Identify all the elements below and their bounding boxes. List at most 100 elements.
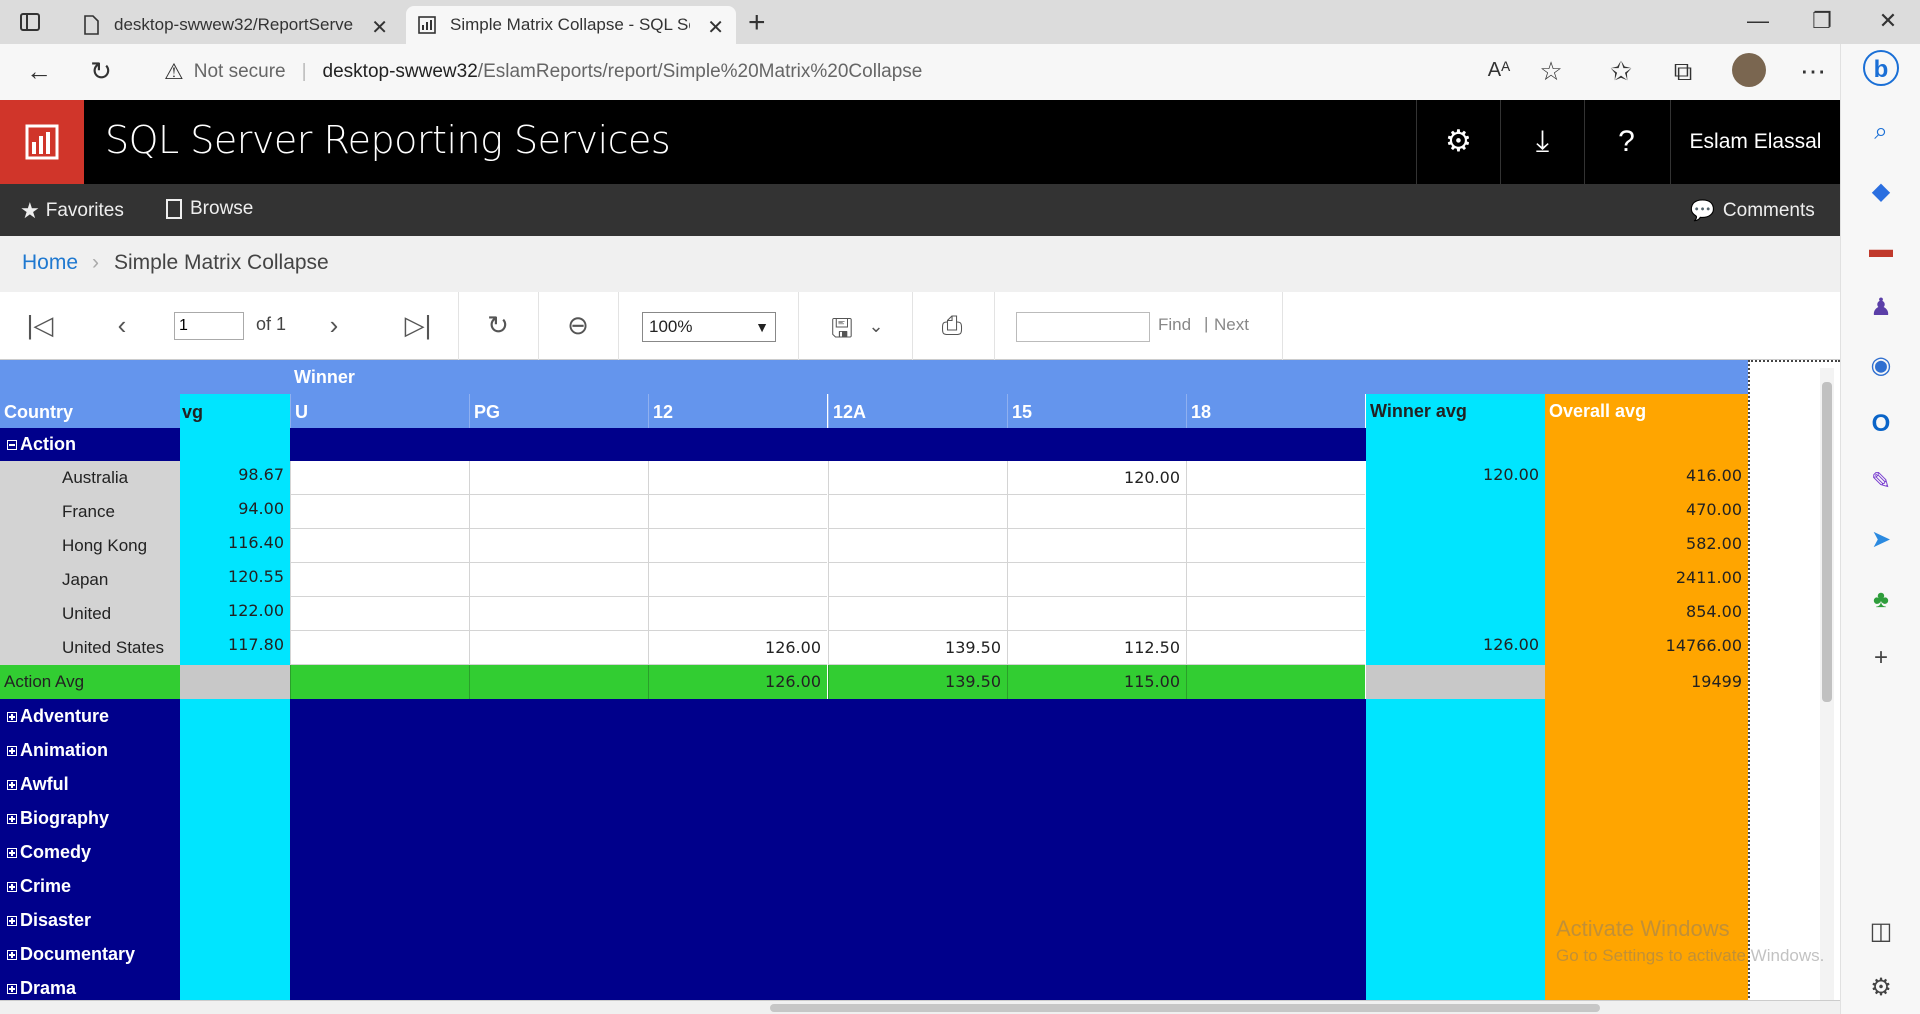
ssrs-logo[interactable]: [0, 100, 84, 184]
winner-header: Winner: [290, 360, 1366, 394]
warning-icon[interactable]: ⚠: [164, 59, 184, 85]
profile-avatar[interactable]: [1732, 53, 1766, 87]
expand-icon[interactable]: [7, 746, 17, 756]
url-field[interactable]: ⚠ Not secure | desktop-swwew32 /EslamRep…: [142, 52, 1537, 92]
action-avg-rating-cell: 139.50: [828, 665, 1007, 699]
group-row-comedy[interactable]: Comedy: [0, 835, 180, 869]
group-row-animation[interactable]: Animation: [0, 733, 180, 767]
page-number-input[interactable]: [174, 312, 244, 340]
toolbar-divider: [1282, 292, 1283, 360]
designer-icon[interactable]: ✎: [1863, 464, 1899, 500]
collapse-icon[interactable]: [7, 440, 17, 450]
action-avg-rating-cell: [1186, 665, 1365, 699]
action-avg-label: Action Avg: [0, 665, 180, 699]
horizontal-scrollbar[interactable]: [0, 1000, 1840, 1014]
rating-value-cell: [469, 597, 648, 631]
comments-link[interactable]: 💬 Comments: [1690, 198, 1815, 223]
outlook-icon[interactable]: O: [1863, 406, 1899, 442]
avg-header: vg: [180, 394, 290, 428]
group-row-documentary[interactable]: Documentary: [0, 937, 180, 971]
breadcrumb-home[interactable]: Home: [22, 251, 78, 275]
winner-avg-header: Winner avg: [1366, 394, 1545, 428]
browse-link[interactable]: Browse: [166, 198, 253, 220]
vertical-scrollbar[interactable]: [1820, 368, 1834, 1008]
next-button[interactable]: Next: [1214, 315, 1249, 335]
reload-icon[interactable]: ↻: [84, 56, 118, 87]
tab-report-server[interactable]: desktop-swwew32/ReportServer ✕: [70, 6, 400, 44]
export-chevron-icon[interactable]: ⌄: [856, 316, 896, 337]
previous-page-icon[interactable]: ‹: [102, 310, 142, 341]
minimize-icon[interactable]: —: [1738, 8, 1778, 34]
print-icon[interactable]: ⎙: [932, 310, 972, 342]
report-body: Winner Country vg U PG 12 12A 15 18 Winner av…: [0, 360, 1840, 1014]
group-label: Drama: [20, 978, 77, 998]
winner-avg-cell: [1366, 597, 1545, 631]
expand-icon[interactable]: [7, 950, 17, 960]
back-icon[interactable]: ←: [22, 56, 56, 87]
chevron-down-icon: ▼: [755, 319, 769, 335]
split-screen-icon[interactable]: ◫: [1863, 914, 1899, 950]
collections-icon[interactable]: ⧉: [1666, 56, 1700, 88]
add-icon[interactable]: +: [1863, 640, 1899, 676]
expand-icon[interactable]: [7, 814, 17, 824]
expand-icon[interactable]: [7, 882, 17, 892]
zoom-select[interactable]: 100% ▼: [642, 312, 776, 342]
bing-chat-icon[interactable]: b: [1863, 50, 1899, 86]
group-row-crime[interactable]: Crime: [0, 869, 180, 903]
first-page-icon[interactable]: |◁: [20, 310, 60, 341]
expand-icon[interactable]: [7, 780, 17, 790]
download-icon[interactable]: ⤓: [1500, 100, 1584, 184]
close-icon[interactable]: ✕: [707, 15, 724, 40]
scrollbar-thumb[interactable]: [1822, 382, 1832, 702]
more-icon[interactable]: ⋯: [1796, 56, 1830, 87]
find-button[interactable]: Find: [1158, 315, 1191, 335]
overall-avg-cell: 14766.00: [1545, 631, 1748, 665]
close-icon[interactable]: ✕: [371, 15, 388, 40]
settings-icon[interactable]: ⚙: [1863, 970, 1899, 1006]
find-input[interactable]: [1016, 312, 1150, 342]
search-icon[interactable]: ⌕: [1863, 114, 1899, 150]
tree-icon[interactable]: ♣: [1863, 582, 1899, 618]
rating-header-u: U: [290, 394, 469, 428]
help-icon[interactable]: ?: [1584, 100, 1668, 184]
refresh-icon[interactable]: ↻: [478, 310, 518, 341]
last-page-icon[interactable]: ▷|: [398, 310, 438, 341]
group-row-biography[interactable]: Biography: [0, 801, 180, 835]
group-row-disaster[interactable]: Disaster: [0, 903, 180, 937]
user-menu[interactable]: Eslam Elassal: [1670, 100, 1840, 184]
country-cell: France: [0, 495, 180, 529]
rating-value-cell: [1007, 495, 1186, 529]
rating-value-cell: 126.00: [648, 631, 827, 665]
favorites-icon[interactable]: ✩: [1604, 56, 1638, 87]
shopping-icon[interactable]: ◆: [1863, 174, 1899, 210]
expand-icon[interactable]: [7, 916, 17, 926]
new-tab-icon[interactable]: +: [748, 6, 766, 40]
security-label[interactable]: Not secure: [194, 61, 286, 83]
restore-icon[interactable]: ❐: [1802, 8, 1842, 34]
add-favorite-icon[interactable]: ☆: [1534, 56, 1568, 87]
tab-simple-matrix-collapse[interactable]: Simple Matrix Collapse - SQL Server ✕: [406, 6, 736, 44]
rating-header-pg: PG: [469, 394, 648, 428]
send-icon[interactable]: ➤: [1863, 522, 1899, 558]
group-row-adventure[interactable]: Adventure: [0, 699, 180, 733]
back-to-parent-icon[interactable]: ⊖: [558, 310, 598, 341]
tab-actions-icon[interactable]: [18, 10, 42, 34]
expand-icon[interactable]: [7, 984, 17, 994]
address-bar: ← ↻ ⚠ Not secure | desktop-swwew32 /Esla…: [0, 44, 1920, 100]
next-page-icon[interactable]: ›: [314, 310, 354, 341]
rating-value-cell: [290, 495, 469, 529]
window-close-icon[interactable]: ✕: [1868, 8, 1908, 34]
read-aloud-icon[interactable]: Aᴬ: [1482, 59, 1516, 82]
expand-icon[interactable]: [7, 848, 17, 858]
settings-gear-icon[interactable]: ⚙: [1416, 100, 1500, 184]
games-icon[interactable]: ♟: [1863, 290, 1899, 326]
office-icon[interactable]: ◉: [1863, 348, 1899, 384]
country-avg-cell: 94.00: [180, 495, 290, 529]
expand-icon[interactable]: [7, 712, 17, 722]
favorites-link[interactable]: ★ Favorites: [20, 198, 124, 224]
scrollbar-thumb[interactable]: [770, 1004, 1600, 1012]
watermark-line1: Activate Windows: [1556, 916, 1730, 941]
tools-icon[interactable]: ▬: [1863, 232, 1899, 268]
group-row-awful[interactable]: Awful: [0, 767, 180, 801]
group-row-action[interactable]: Action: [0, 428, 180, 461]
